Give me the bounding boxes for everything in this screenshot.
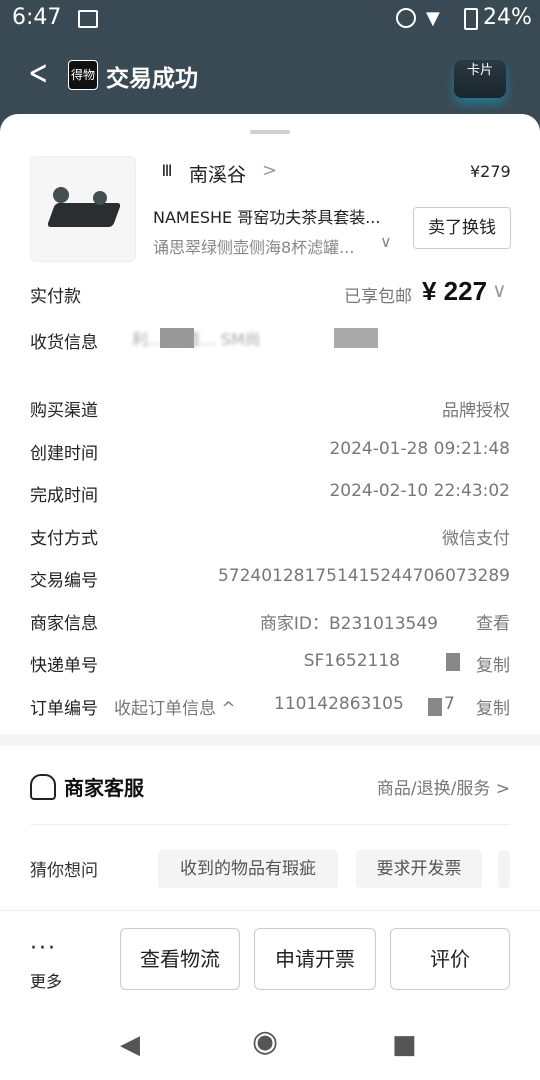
question-chip-clipped[interactable] [498,850,510,888]
more-dots-icon[interactable]: ··· [30,936,57,961]
headset-icon [30,774,56,800]
system-nav-bar: ◀ ◉ ■ [0,1008,540,1080]
shop-icon: Ⅲ [161,161,173,180]
teapot-shape [53,187,69,203]
service-links[interactable]: 商品/退换/服务 > [377,774,510,799]
more-label[interactable]: 更多 [30,968,62,992]
product-title[interactable]: NAMESHE 哥窑功夫茶具套装... [153,204,403,228]
chevron-down-icon[interactable]: ∨ [380,232,392,251]
product-spec[interactable]: 诵思翠绿侧壶侧海8杯滤罐... [153,234,375,258]
shop-name[interactable]: 南溪谷 [189,160,246,187]
address-label: 收货信息 [30,333,98,353]
completed-label: 完成时间 [30,486,98,506]
alarm-icon [396,8,416,28]
payment-value: 微信支付 [442,529,510,549]
card-label: 卡片 [466,63,493,78]
redaction-mask [446,653,460,671]
nav-home-icon[interactable]: ◉ [252,1024,278,1059]
sell-button[interactable]: 卖了换钱 [413,207,511,249]
page-title: 交易成功 [106,66,198,92]
review-button[interactable]: 评价 [390,928,510,990]
created-row: 创建时间 2024-01-28 09:21:48 [30,439,510,467]
wifi-icon: ▼ [426,8,440,29]
request-invoice-button[interactable]: 申请开票 [254,928,376,990]
express-value: SF1652118 [303,651,400,671]
tea-tray-shape [46,203,122,227]
ordernum-copy-link[interactable]: 复制 [476,694,510,719]
channel-row: 购买渠道 品牌授权 [30,396,510,424]
status-time: 6:47 [12,5,62,30]
merchant-view-link[interactable]: 查看 [476,609,510,634]
chevron-right-icon[interactable]: > [262,160,277,181]
redaction-mask [428,698,442,716]
created-value: 2024-01-28 09:21:48 [329,439,510,459]
payment-row: 支付方式 微信支付 [30,524,510,552]
chevron-down-icon[interactable]: ∨ [492,278,507,302]
channel-value: 品牌授权 [442,401,510,421]
redaction-mask [160,328,194,348]
card-button[interactable]: 卡片 [454,60,506,98]
section-divider [0,734,540,746]
question-chip[interactable]: 要求开发票 [356,850,482,888]
paid-amount: ¥ 227 [422,276,488,306]
divider-line [30,824,510,825]
ordernum-label: 订单编号 [30,699,98,719]
completed-value: 2024-02-10 22:43:02 [329,481,510,501]
channel-label: 购买渠道 [30,401,98,421]
merchant-label: 商家信息 [30,614,98,634]
top-header: < 得物 交易成功 卡片 [0,50,540,100]
payment-label: 支付方式 [30,529,98,549]
created-label: 创建时间 [30,444,98,464]
guess-label: 猜你想问 [30,861,98,881]
nav-recents-icon[interactable]: ■ [392,1030,417,1060]
shipping-note: 已享包邮 [344,287,412,307]
view-logistics-button[interactable]: 查看物流 [120,928,240,990]
trade-row: 交易编号 57240128175141524470607328​9 [30,566,510,594]
merchant-value: 商家ID：B231013549 [259,614,438,634]
nav-back-icon[interactable]: ◀ [120,1030,140,1060]
merchant-row: 商家信息 商家ID：B231013549 查看 [30,609,510,637]
express-copy-link[interactable]: 复制 [476,651,510,676]
trade-label: 交易编号 [30,571,98,591]
teapot-shape [93,191,107,205]
app-logo: 得物 [68,60,98,90]
gallery-icon [78,10,98,28]
ordernum-row: 订单编号 收起订单信息 ^ 110142863105 7 复制 [30,694,510,722]
paid-row[interactable]: 实付款 已享包邮 ¥ 227 ∨ [30,276,510,310]
merchant-service[interactable]: 商家客服 商品/退换/服务 > [30,772,510,802]
collapse-order-info[interactable]: 收起订单信息 ^ [114,694,236,719]
service-title: 商家客服 [64,776,144,800]
product-image[interactable] [30,156,136,262]
ordernum-value: 110142863105 [274,694,404,714]
question-chip[interactable]: 收到的物品有瑕疵 [158,850,338,888]
express-label: 快递单号 [30,656,98,676]
completed-row: 完成时间 2024-02-10 22:43:02 [30,481,510,509]
address-row: 收货信息 利... 街道... SM尚 [30,328,510,356]
paid-label: 实付款 [30,287,81,307]
battery-icon [464,8,478,30]
back-arrow-icon[interactable]: < [28,56,48,90]
status-bar: 6:47 ▼ 24% [0,0,540,36]
ordernum-tail: 7 [444,694,455,714]
express-row: 快递单号 SF1652118 复制 [30,651,510,679]
product-price: ¥279 [470,162,511,181]
sheet-grab-handle[interactable] [250,130,290,134]
trade-value: 57240128175141524470607328​9 [217,566,510,586]
redaction-mask [334,328,378,348]
battery-percent: 24% [483,5,532,30]
